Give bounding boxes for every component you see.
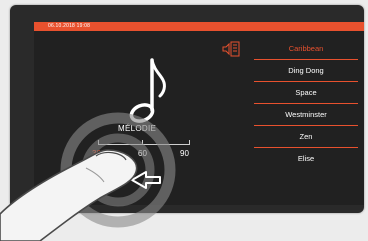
menu-item-space[interactable]: Space	[254, 82, 358, 104]
menu-item-westminster[interactable]: Westminster	[254, 104, 358, 126]
volume-slider-track[interactable]	[98, 144, 190, 145]
volume-tick-60	[142, 140, 143, 145]
status-bar: 06.10.2018 19:08	[34, 22, 364, 31]
speaker-book-icon	[222, 41, 240, 57]
volume-option-90[interactable]: 90	[180, 149, 189, 158]
menu-item-elise[interactable]: Elise	[254, 148, 358, 169]
menu-item-caribbean[interactable]: Caribbean	[254, 38, 358, 60]
volume-option-30[interactable]: 30	[92, 149, 101, 158]
menu-item-ding-dong[interactable]: Ding Dong	[254, 60, 358, 82]
volume-tick-30	[98, 140, 99, 145]
touch-screen: 06.10.2018 19:08 MÉLODIE 30 60 90 Caribb…	[34, 22, 364, 205]
volume-option-60[interactable]: 60	[138, 149, 147, 158]
menu-item-zen[interactable]: Zen	[254, 126, 358, 148]
melody-title: MÉLODIE	[118, 124, 157, 133]
status-datetime: 06.10.2018 19:08	[48, 23, 91, 29]
volume-tick-90	[189, 140, 190, 145]
melody-menu: Caribbean Ding Dong Space Westminster Ze…	[254, 38, 358, 169]
